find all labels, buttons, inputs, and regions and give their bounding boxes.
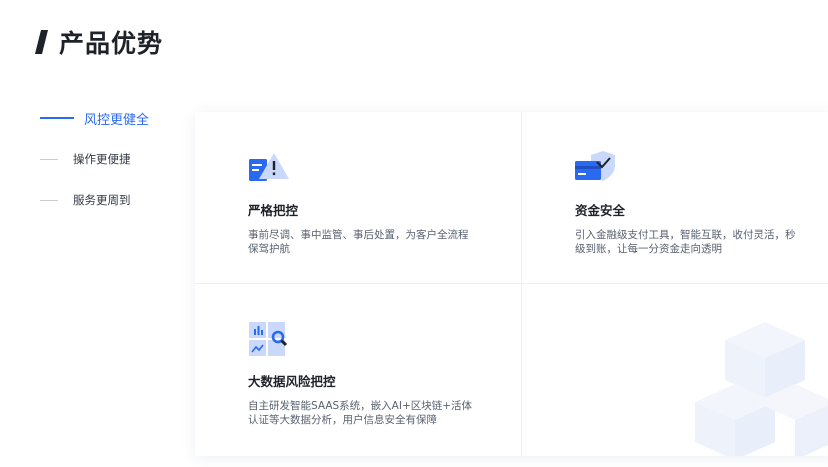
cubes-decoration-icon	[695, 322, 828, 456]
tab-indicator-line	[40, 158, 58, 160]
data-search-icon	[249, 322, 288, 356]
feature-panel: 严格把控 事前尽调、事中监管、事后处置，为客户全流程保驾护航 资金安全 引入金融…	[195, 112, 828, 456]
divider-vertical	[521, 112, 522, 456]
tab-indicator-line	[40, 117, 74, 119]
page-title: 产品优势	[59, 29, 164, 58]
divider-horizontal	[195, 283, 828, 284]
card-shield-icon	[575, 151, 615, 181]
document-warning-icon	[249, 153, 289, 181]
card-title: 资金安全	[575, 203, 626, 218]
tab-operation[interactable]: 操作更便捷	[40, 149, 149, 169]
tab-label: 操作更便捷	[73, 152, 131, 166]
card-title: 大数据风险把控	[248, 374, 336, 389]
card-description: 事前尽调、事中监管、事后处置，为客户全流程保驾护航	[248, 229, 469, 255]
card-description: 自主研发智能SAAS系统，嵌入AI+区块链+活体认证等大数据分析，用户信息安全有…	[248, 400, 473, 426]
tab-service[interactable]: 服务更周到	[40, 190, 149, 210]
tab-label: 风控更健全	[84, 112, 150, 128]
tab-label: 服务更周到	[73, 193, 131, 207]
title-bar-decoration	[35, 30, 48, 54]
card-description: 引入金融级支付工具，智能互联，收付灵活，秒级到账，让每一分资金走向透明	[575, 229, 796, 255]
tab-risk-control[interactable]: 风控更健全	[40, 108, 149, 128]
feature-card-bigdata-risk: 大数据风险把控 自主研发智能SAAS系统，嵌入AI+区块链+活体认证等大数据分析…	[248, 321, 488, 427]
tab-indicator-line	[40, 199, 58, 201]
feature-card-strict-control: 严格把控 事前尽调、事中监管、事后处置，为客户全流程保驾护航	[248, 150, 488, 256]
section-header: 产品优势	[35, 24, 164, 60]
feature-card-fund-safety: 资金安全 引入金融级支付工具，智能互联，收付灵活，秒级到账，让每一分资金走向透明	[575, 150, 815, 256]
advantage-tabs: 风控更健全 操作更便捷 服务更周到	[40, 108, 149, 231]
card-title: 严格把控	[248, 203, 299, 218]
